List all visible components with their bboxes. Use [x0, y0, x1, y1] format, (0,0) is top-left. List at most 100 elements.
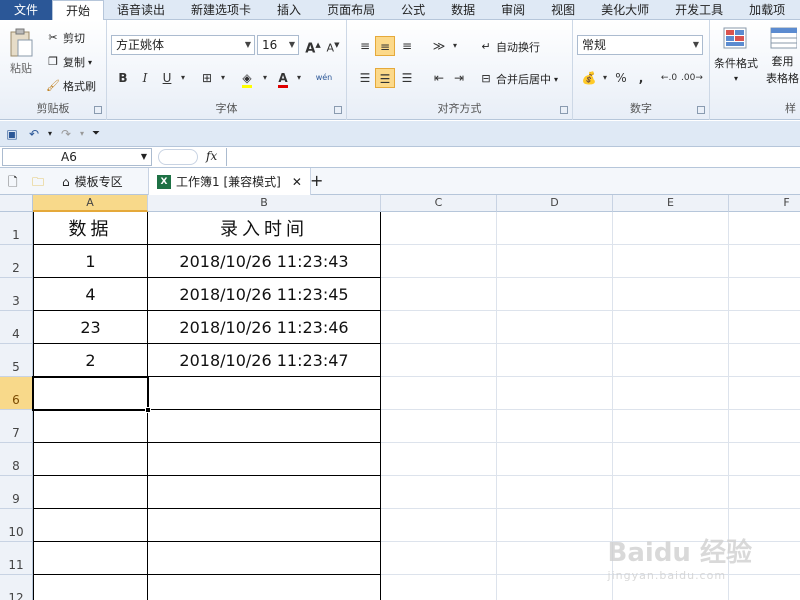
conditional-format-button[interactable]: 条件格式 ▾ — [714, 26, 758, 83]
font-family-select[interactable]: 方正姚体 ▼ — [111, 35, 255, 55]
close-icon[interactable]: ✕ — [292, 175, 302, 189]
number-launcher-icon[interactable] — [697, 106, 705, 114]
comma-button[interactable]: , — [631, 68, 651, 88]
column-header-a[interactable]: A — [33, 195, 148, 212]
fill-color-button[interactable]: ◈ — [237, 68, 257, 88]
tab-home[interactable]: 开始 — [52, 0, 105, 21]
row-header-9[interactable]: 9 — [0, 476, 33, 509]
increase-decimal-button[interactable]: ←.0 — [659, 68, 679, 88]
cell-a5[interactable]: 2 — [33, 344, 148, 377]
fill-handle[interactable] — [145, 407, 151, 413]
tab-file[interactable]: 文件 — [0, 0, 52, 20]
row-header-5[interactable]: 5 — [0, 344, 33, 377]
clipboard-launcher-icon[interactable] — [94, 106, 102, 114]
cell-a6[interactable] — [33, 377, 148, 410]
border-dropdown-icon[interactable]: ▾ — [213, 68, 233, 88]
alignment-launcher-icon[interactable] — [560, 106, 568, 114]
cell-b8[interactable] — [148, 443, 381, 476]
row-header-11[interactable]: 11 — [0, 542, 33, 575]
font-launcher-icon[interactable] — [334, 106, 342, 114]
tab-beautify[interactable]: 美化大师 — [588, 0, 662, 20]
grow-font-button[interactable]: A▲ — [303, 35, 323, 56]
tab-addins[interactable]: 加载项 — [736, 0, 798, 20]
cell-a10[interactable] — [33, 509, 148, 542]
row-header-8[interactable]: 8 — [0, 443, 33, 476]
cell-a12[interactable] — [33, 575, 148, 600]
row-header-1[interactable]: 1 — [0, 212, 33, 245]
align-middle-button[interactable]: ≡ — [375, 36, 395, 56]
cell-b11[interactable] — [148, 542, 381, 575]
tab-developer[interactable]: 开发工具 — [662, 0, 736, 20]
orientation-dropdown-icon[interactable]: ▾ — [445, 36, 465, 56]
row-header-12[interactable]: 12 — [0, 575, 33, 600]
row-header-2[interactable]: 2 — [0, 245, 33, 278]
cell-b1[interactable]: 录入时间 — [148, 212, 381, 245]
row-header-4[interactable]: 4 — [0, 311, 33, 344]
tab-page-layout[interactable]: 页面布局 — [314, 0, 388, 20]
tab-workbook1[interactable]: X 工作簿1 [兼容模式] ✕ — [148, 168, 311, 195]
number-format-select[interactable]: 常规 ▼ — [577, 35, 703, 55]
tab-voice-read[interactable]: 语音读出 — [104, 0, 178, 20]
column-header-f[interactable]: F — [729, 195, 800, 212]
paste-button[interactable]: 粘贴 — [8, 28, 34, 76]
tab-template-zone[interactable]: ⌂ 模板专区 — [62, 173, 123, 190]
insert-function-button[interactable]: fx — [206, 149, 217, 163]
table-format-button[interactable]: 套用 表格格 — [766, 26, 799, 86]
shrink-font-button[interactable]: A▼ — [323, 35, 343, 55]
bold-button[interactable]: B — [113, 68, 133, 88]
italic-button[interactable]: I — [135, 68, 155, 88]
tab-review[interactable]: 审阅 — [488, 0, 538, 20]
align-top-button[interactable]: ≡ — [355, 36, 375, 56]
cell-a1[interactable]: 数据 — [33, 212, 148, 245]
cell-b5[interactable]: 2018/10/26 11:23:47 — [148, 344, 381, 377]
cell-a2[interactable]: 1 — [33, 245, 148, 278]
column-header-e[interactable]: E — [613, 195, 729, 212]
cell-a3[interactable]: 4 — [33, 278, 148, 311]
tab-view[interactable]: 视图 — [538, 0, 588, 20]
cell-a7[interactable] — [33, 410, 148, 443]
phonetic-button[interactable]: wén — [311, 68, 337, 88]
merge-center-button[interactable]: ⊟ 合并后居中 ▾ — [479, 71, 558, 87]
decrease-decimal-button[interactable]: .00→ — [681, 68, 703, 88]
cell-a11[interactable] — [33, 542, 148, 575]
spreadsheet-grid[interactable]: A B C D E F 1 2 3 4 5 6 7 8 9 10 11 12 数… — [0, 195, 800, 600]
undo-icon[interactable]: ↶ — [26, 126, 42, 142]
increase-indent-button[interactable]: ⇥ — [449, 68, 469, 88]
cell-a9[interactable] — [33, 476, 148, 509]
percent-button[interactable]: % — [611, 68, 631, 88]
cell-a8[interactable] — [33, 443, 148, 476]
column-header-b[interactable]: B — [148, 195, 381, 212]
undo-dropdown-icon[interactable]: ▾ — [42, 126, 58, 142]
wrap-text-button[interactable]: ↵ 自动换行 — [479, 39, 540, 55]
cell-b2[interactable]: 2018/10/26 11:23:43 — [148, 245, 381, 278]
tab-data[interactable]: 数据 — [438, 0, 488, 20]
column-header-c[interactable]: C — [381, 195, 497, 212]
select-all-corner[interactable] — [0, 195, 33, 212]
formula-bar-expand-handle[interactable] — [158, 149, 198, 165]
cell-b10[interactable] — [148, 509, 381, 542]
cell-b7[interactable] — [148, 410, 381, 443]
customize-toolbar-icon[interactable]: ⏷ — [88, 126, 104, 142]
align-center-button[interactable]: ☰ — [375, 68, 395, 88]
name-box[interactable]: A6 ▼ — [2, 148, 152, 166]
align-right-button[interactable]: ☰ — [397, 68, 417, 88]
add-tab-button[interactable]: + — [310, 171, 323, 190]
open-folder-icon[interactable]: 🗀 — [32, 173, 44, 194]
cell-b4[interactable]: 2018/10/26 11:23:46 — [148, 311, 381, 344]
cut-button[interactable]: ✂ 剪切 — [46, 30, 85, 46]
decrease-indent-button[interactable]: ⇤ — [429, 68, 449, 88]
row-header-10[interactable]: 10 — [0, 509, 33, 542]
font-color-dropdown-icon[interactable]: ▾ — [289, 68, 309, 88]
align-left-button[interactable]: ☰ — [355, 68, 375, 88]
row-header-3[interactable]: 3 — [0, 278, 33, 311]
row-header-6[interactable]: 6 — [0, 377, 33, 410]
redo-icon[interactable]: ↷ — [58, 126, 74, 142]
cell-b6[interactable] — [148, 377, 381, 410]
cell-b12[interactable] — [148, 575, 381, 600]
fill-color-dropdown-icon[interactable]: ▾ — [255, 68, 275, 88]
cell-a4[interactable]: 23 — [33, 311, 148, 344]
new-document-icon[interactable]: 🗋 — [8, 173, 18, 194]
tab-insert[interactable]: 插入 — [264, 0, 314, 20]
formula-input[interactable] — [226, 148, 798, 166]
tab-formulas[interactable]: 公式 — [388, 0, 438, 20]
